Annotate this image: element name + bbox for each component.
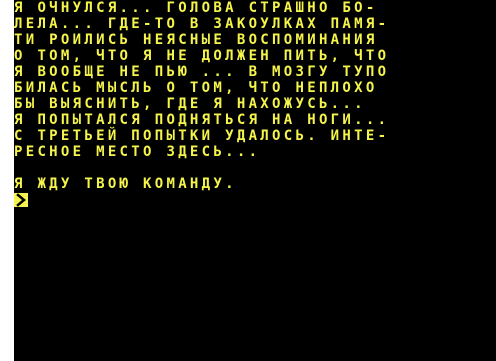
story-line: ресное место здесь... <box>14 144 261 160</box>
story-line: я вообще не пью ... в мозгу тупо <box>14 64 390 80</box>
game-screen: я очнулся... голова страшно бо- лела... … <box>14 0 496 361</box>
story-line: я очнулся... голова страшно бо- <box>14 0 378 16</box>
story-line: я попытался подняться на ноги... <box>14 112 390 128</box>
command-input-line[interactable] <box>14 192 28 208</box>
command-prompt-text: я жду твою команду. <box>14 176 237 192</box>
story-line: лела... где-то в закоулках памя- <box>14 16 390 32</box>
story-line: билась мысль о том, что неплохо <box>14 80 378 96</box>
story-text: я очнулся... голова страшно бо- лела... … <box>14 0 389 192</box>
story-line: бы выяснить, где я нахожусь... <box>14 96 366 112</box>
story-line: с третьей попытки удалось. инте- <box>14 128 390 144</box>
story-line: ти роились неясные воспоминания <box>14 32 378 48</box>
input-cursor-icon[interactable] <box>14 193 28 207</box>
story-line: о том, что я не должен пить, что <box>14 48 390 64</box>
